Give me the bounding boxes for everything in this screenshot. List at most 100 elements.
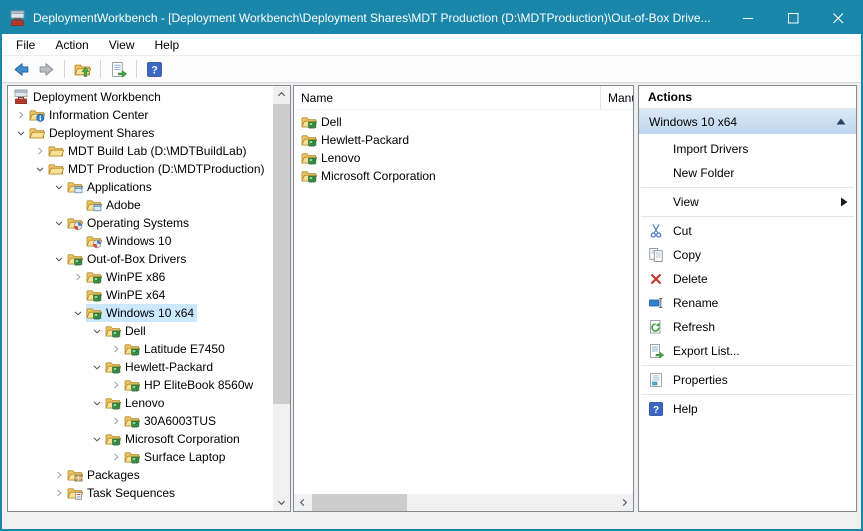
tree-label: Adobe (104, 197, 144, 214)
chevron-expanded-icon[interactable] (32, 161, 48, 177)
close-button[interactable] (816, 2, 861, 34)
chevron-collapsed-icon[interactable] (108, 449, 124, 465)
column-header-manu[interactable]: Manu (601, 86, 633, 109)
action-rename[interactable]: Rename (639, 291, 856, 315)
back-arrow-button[interactable] (9, 58, 34, 81)
tree-node-windows-10-x64[interactable]: Windows 10 x64 (86, 304, 197, 322)
menu-file[interactable]: File (6, 35, 45, 55)
tree-label: Deployment Workbench (31, 89, 164, 106)
minimize-button[interactable] (726, 2, 771, 34)
tree-node-adobe[interactable]: Adobe (86, 196, 144, 214)
help-icon: ? (648, 401, 665, 417)
actions-group-header[interactable]: Windows 10 x64 (639, 109, 856, 134)
chevron-collapsed-icon[interactable] (13, 107, 29, 123)
chevron-collapsed-icon[interactable] (70, 269, 86, 285)
toolbar: ? (2, 56, 861, 83)
tree-node-winpe-x86[interactable]: WinPE x86 (86, 268, 168, 286)
tree-node-lenovo[interactable]: Lenovo (105, 394, 167, 412)
folder-icon (48, 161, 66, 177)
content-area: Deployment WorkbenchInformation CenterDe… (2, 83, 861, 529)
chevron-collapsed-icon[interactable] (108, 377, 124, 393)
up-folder-button[interactable] (70, 58, 95, 81)
tree-node-applications[interactable]: Applications (67, 178, 155, 196)
tree-node-operating-systems[interactable]: Operating Systems (67, 214, 192, 232)
action-import-drivers[interactable]: Import Drivers (639, 137, 856, 161)
scroll-up-arrow[interactable] (273, 86, 290, 103)
collapse-group-icon[interactable] (836, 117, 846, 126)
tree-node-microsoft-corporation[interactable]: Microsoft Corporation (105, 430, 243, 448)
scroll-right-arrow[interactable] (616, 494, 633, 511)
chevron-collapsed-icon[interactable] (51, 485, 67, 501)
driver-folder-icon (105, 431, 123, 447)
tree-label: HP EliteBook 8560w (142, 377, 256, 394)
list-item-dell[interactable]: Dell (294, 113, 633, 131)
tree-node-deployment-shares[interactable]: Deployment Shares (29, 124, 157, 142)
tree-node-packages[interactable]: Packages (67, 466, 143, 484)
export-list-button[interactable] (106, 58, 131, 81)
menu-view[interactable]: View (99, 35, 145, 55)
actions-pane: Actions Windows 10 x64 Import DriversNew… (638, 85, 857, 512)
tree-node-mdt-production-d-mdtproduction[interactable]: MDT Production (D:\MDTProduction) (48, 160, 268, 178)
menu-action[interactable]: Action (45, 35, 98, 55)
list-item-hewlett-packard[interactable]: Hewlett-Packard (294, 131, 633, 149)
app-toolbox-icon[interactable] (9, 10, 26, 27)
scroll-left-arrow[interactable] (294, 494, 311, 511)
action-icon-spacer (648, 165, 665, 181)
chevron-expanded-icon[interactable] (89, 395, 105, 411)
cut-icon (648, 223, 665, 239)
menu-help[interactable]: Help (145, 35, 190, 55)
action-properties[interactable]: Properties (639, 368, 856, 392)
action-cut[interactable]: Cut (639, 219, 856, 243)
action-view[interactable]: View (639, 190, 856, 214)
chevron-collapsed-icon[interactable] (108, 413, 124, 429)
driver-folder-icon (86, 305, 104, 321)
tree-label: Out-of-Box Drivers (85, 251, 189, 268)
action-refresh[interactable]: Refresh (639, 315, 856, 339)
forward-arrow-button[interactable] (34, 58, 59, 81)
scrollbar-thumb[interactable] (312, 494, 407, 511)
chevron-expanded-icon[interactable] (89, 323, 105, 339)
chevron-expanded-icon[interactable] (13, 125, 29, 141)
list-item-label: Lenovo (321, 151, 360, 165)
tree-node-mdt-build-lab-d-mdtbuildlab[interactable]: MDT Build Lab (D:\MDTBuildLab) (48, 142, 250, 160)
chevron-expanded-icon[interactable] (70, 305, 86, 321)
tree-node-information-center[interactable]: Information Center (29, 106, 151, 124)
action-new-folder[interactable]: New Folder (639, 161, 856, 185)
chevron-expanded-icon[interactable] (51, 251, 67, 267)
tree-node-latitude-e7450[interactable]: Latitude E7450 (124, 340, 228, 358)
tree-node-hp-elitebook-8560w[interactable]: HP EliteBook 8560w (124, 376, 256, 394)
action-export-list[interactable]: Export List... (639, 339, 856, 363)
chevron-collapsed-icon[interactable] (108, 341, 124, 357)
list-item-label: Microsoft Corporation (321, 169, 436, 183)
list-item-microsoft-corporation[interactable]: Microsoft Corporation (294, 167, 633, 185)
chevron-expanded-icon[interactable] (51, 179, 67, 195)
scroll-down-arrow[interactable] (273, 494, 290, 511)
rename-icon (648, 295, 665, 311)
list-item-lenovo[interactable]: Lenovo (294, 149, 633, 167)
chevron-collapsed-icon[interactable] (51, 467, 67, 483)
app-folder-icon (86, 197, 104, 213)
tree-node-hewlett-packard[interactable]: Hewlett-Packard (105, 358, 216, 376)
action-delete[interactable]: Delete (639, 267, 856, 291)
scrollbar-thumb[interactable] (273, 104, 290, 404)
maximize-button[interactable] (771, 2, 816, 34)
chevron-expanded-icon[interactable] (51, 215, 67, 231)
tree-node-30a6003tus[interactable]: 30A6003TUS (124, 412, 219, 430)
tree-node-out-of-box-drivers[interactable]: Out-of-Box Drivers (67, 250, 189, 268)
tree-node-deployment-workbench[interactable]: Deployment Workbench (13, 88, 164, 106)
tree-node-task-sequences[interactable]: Task Sequences (67, 484, 178, 502)
column-header-name[interactable]: Name (294, 86, 601, 109)
driver-folder-icon (124, 413, 142, 429)
chevron-expanded-icon[interactable] (89, 359, 105, 375)
action-icon-spacer (648, 194, 665, 210)
tree-node-windows-10[interactable]: Windows 10 (86, 232, 174, 250)
help-button[interactable]: ? (142, 58, 167, 81)
tree-node-surface-laptop[interactable]: Surface Laptop (124, 448, 228, 466)
tree-node-winpe-x64[interactable]: WinPE x64 (86, 286, 168, 304)
action-help[interactable]: ?Help (639, 397, 856, 421)
chevron-expanded-icon[interactable] (89, 431, 105, 447)
action-copy[interactable]: Copy (639, 243, 856, 267)
submenu-arrow-icon (840, 197, 848, 207)
chevron-collapsed-icon[interactable] (32, 143, 48, 159)
tree-node-dell[interactable]: Dell (105, 322, 149, 340)
